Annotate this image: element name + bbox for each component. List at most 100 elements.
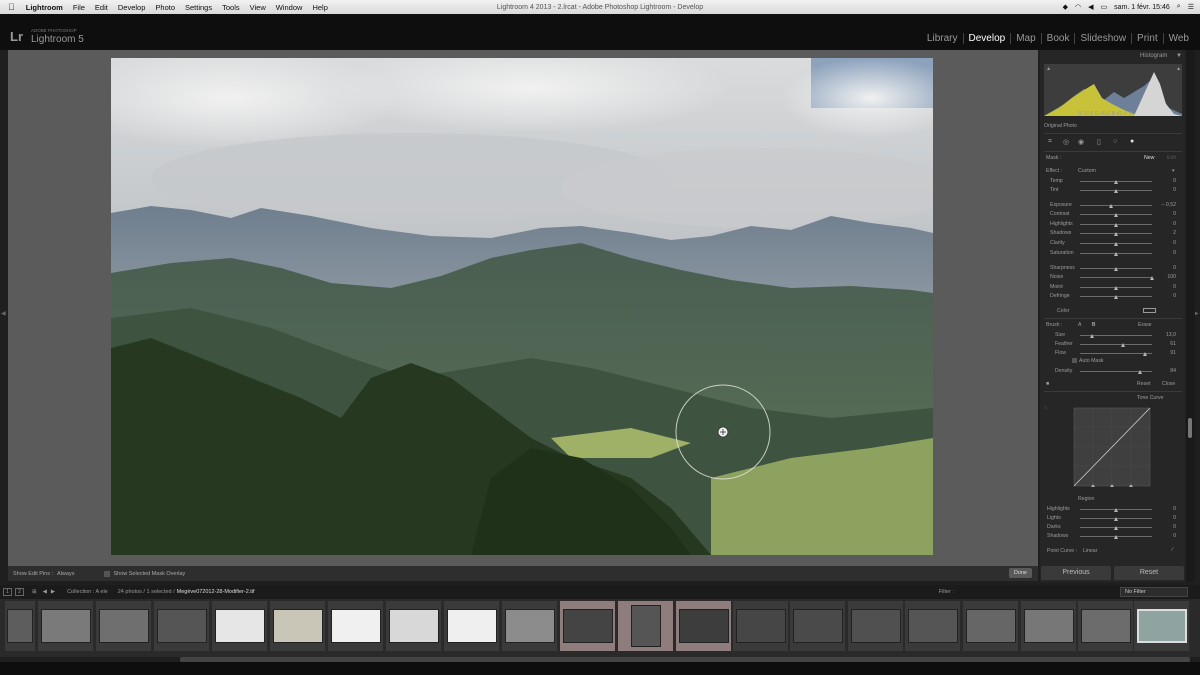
- photo-preview[interactable]: [111, 58, 933, 555]
- effect-slider-knob-2[interactable]: [1109, 204, 1114, 208]
- filmstrip-thumbnail[interactable]: [562, 609, 613, 643]
- filmstrip-thumbnail[interactable]: [214, 609, 265, 643]
- brush-slider-2[interactable]: [1080, 353, 1152, 354]
- menu-settings[interactable]: Settings: [180, 3, 217, 12]
- tone-slider-knob-0[interactable]: [1113, 508, 1118, 512]
- red-eye-icon[interactable]: ◉: [1078, 138, 1084, 146]
- filmstrip-thumbnail[interactable]: [330, 609, 381, 643]
- reset-button[interactable]: Reset: [1114, 566, 1184, 580]
- window-1-button[interactable]: 1: [3, 588, 12, 596]
- previous-button[interactable]: Previous: [1041, 566, 1111, 580]
- brush-slider-knob-2[interactable]: [1143, 352, 1148, 356]
- filmstrip-thumbnail[interactable]: [850, 609, 901, 643]
- collection-path[interactable]: Collection : A ele: [67, 589, 108, 595]
- filmstrip-thumbnail[interactable]: [678, 609, 729, 643]
- module-slideshow[interactable]: Slideshow: [1075, 33, 1133, 44]
- brush-slider-1[interactable]: [1080, 344, 1152, 345]
- filmstrip-thumbnail[interactable]: [446, 609, 497, 643]
- filmstrip-thumbnail[interactable]: [156, 609, 207, 643]
- menu-file[interactable]: File: [68, 3, 90, 12]
- done-button[interactable]: Done: [1008, 568, 1032, 578]
- brush-erase-button[interactable]: Erase: [1138, 322, 1152, 328]
- graduated-filter-icon[interactable]: ▯: [1097, 138, 1101, 146]
- effect-slider-knob-4[interactable]: [1113, 223, 1118, 227]
- dropbox-icon[interactable]: ◆: [1063, 3, 1068, 11]
- filmstrip-thumbnail[interactable]: [272, 609, 323, 643]
- auto-mask-checkbox[interactable]: [1072, 358, 1077, 363]
- module-develop[interactable]: Develop: [964, 33, 1012, 44]
- edit-point-curve-icon[interactable]: ⁄: [1172, 547, 1173, 553]
- menu-tools[interactable]: Tools: [217, 3, 245, 12]
- spot-removal-icon[interactable]: ◎: [1063, 138, 1069, 146]
- menu-photo[interactable]: Photo: [150, 3, 180, 12]
- tone-curve-graph[interactable]: [1044, 396, 1182, 496]
- histogram-title[interactable]: Histogram: [1140, 53, 1167, 59]
- filmstrip-thumbnail[interactable]: [98, 609, 149, 643]
- filmstrip-thumbnail[interactable]: [1023, 609, 1074, 643]
- mask-edit-button[interactable]: Edit: [1167, 155, 1176, 161]
- filmstrip-thumbnail[interactable]: [792, 609, 843, 643]
- effect-slider-knob-10[interactable]: [1113, 286, 1118, 290]
- brush-slider-knob-1[interactable]: [1121, 343, 1126, 347]
- effect-panel-icon[interactable]: ▾: [1172, 168, 1175, 174]
- module-library[interactable]: Library: [922, 33, 964, 44]
- back-arrow-icon[interactable]: ◀: [43, 589, 47, 595]
- grid-view-icon[interactable]: ⊞: [32, 589, 37, 595]
- filmstrip-thumbnail[interactable]: [388, 609, 439, 643]
- menu-view[interactable]: View: [245, 3, 271, 12]
- window-2-button[interactable]: 2: [15, 588, 24, 596]
- tone-slider-knob-1[interactable]: [1113, 517, 1118, 521]
- original-photo-checkbox[interactable]: Original Photo: [1044, 123, 1077, 129]
- brush-panel-switch-icon[interactable]: ■: [1046, 381, 1049, 387]
- effect-slider-2[interactable]: [1080, 205, 1152, 206]
- menu-develop[interactable]: Develop: [113, 3, 151, 12]
- point-curve-select[interactable]: Linear: [1083, 548, 1097, 554]
- filmstrip-thumbnail[interactable]: [40, 609, 91, 643]
- effect-slider-knob-1[interactable]: [1113, 189, 1118, 193]
- module-web[interactable]: Web: [1164, 33, 1194, 44]
- brush-reset-button[interactable]: Reset: [1137, 381, 1151, 387]
- mask-new-button[interactable]: New: [1144, 155, 1154, 161]
- show-edit-pins-select[interactable]: Always: [57, 571, 74, 577]
- radial-filter-icon[interactable]: ○: [1113, 138, 1117, 145]
- adjustment-brush-icon[interactable]: ●: [1130, 138, 1134, 145]
- right-panel-scrollbar[interactable]: [1186, 50, 1195, 582]
- filmstrip-thumbnail[interactable]: [7, 609, 33, 643]
- menu-help[interactable]: Help: [307, 3, 332, 12]
- effect-slider-knob-8[interactable]: [1113, 267, 1118, 271]
- filmstrip-thumbnail[interactable]: [965, 609, 1016, 643]
- spotlight-icon[interactable]: ⌕: [1177, 3, 1181, 11]
- apple-menu-icon[interactable]: : [0, 2, 21, 12]
- tone-slider-knob-2[interactable]: [1113, 526, 1118, 530]
- left-panel-toggle-icon[interactable]: ◀: [1, 310, 6, 317]
- mask-overlay-checkbox[interactable]: [104, 570, 111, 577]
- crop-tool-icon[interactable]: ⌗: [1048, 138, 1052, 146]
- effect-slider-knob-5[interactable]: [1114, 232, 1119, 236]
- volume-icon[interactable]: ◀: [1088, 3, 1093, 11]
- clock[interactable]: sam. 1 févr. 15:46: [1114, 4, 1170, 11]
- shadow-clipping-icon[interactable]: ▲: [1046, 66, 1051, 72]
- histogram[interactable]: [1044, 64, 1182, 116]
- effect-slider-knob-6[interactable]: [1113, 242, 1118, 246]
- effect-slider-knob-0[interactable]: [1113, 180, 1118, 184]
- forward-arrow-icon[interactable]: ▶: [51, 589, 55, 595]
- effect-slider-knob-3[interactable]: [1113, 213, 1118, 217]
- effect-slider-9[interactable]: [1080, 277, 1152, 278]
- brush-b-button[interactable]: B: [1092, 322, 1095, 328]
- filmstrip-thumbnail[interactable]: [907, 609, 958, 643]
- highlight-clipping-icon[interactable]: ▲: [1176, 66, 1181, 72]
- effect-preset-select[interactable]: Custom: [1078, 168, 1096, 174]
- color-swatch[interactable]: [1143, 308, 1156, 313]
- module-book[interactable]: Book: [1042, 33, 1076, 44]
- selected-filename[interactable]: Megève072012-28-Modifier-2.tif: [177, 589, 255, 595]
- filmstrip-thumbnail[interactable]: [1080, 609, 1131, 643]
- filmstrip-thumbnail[interactable]: [504, 609, 555, 643]
- filter-select[interactable]: No Filter: [1120, 587, 1188, 597]
- effect-slider-knob-11[interactable]: [1113, 295, 1118, 299]
- filmstrip-thumbnail[interactable]: [630, 605, 661, 647]
- menu-edit[interactable]: Edit: [90, 3, 113, 12]
- effect-slider-knob-9[interactable]: [1149, 276, 1154, 280]
- module-map[interactable]: Map: [1011, 33, 1042, 44]
- module-print[interactable]: Print: [1132, 33, 1164, 44]
- brush-close-button[interactable]: Close: [1162, 381, 1175, 387]
